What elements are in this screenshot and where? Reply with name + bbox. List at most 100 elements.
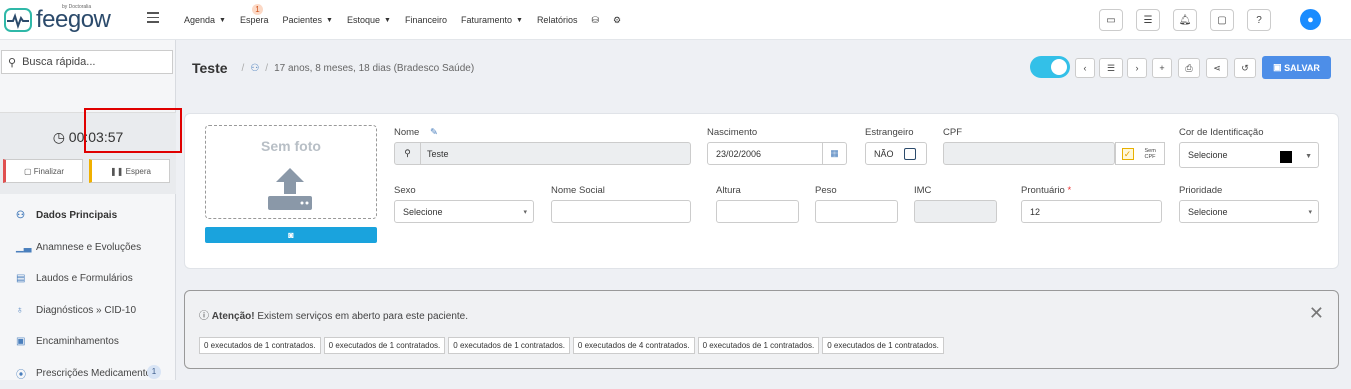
caret-down-icon: ▼ bbox=[384, 17, 391, 24]
nome-social-field[interactable] bbox=[551, 200, 691, 223]
caret-down-icon: ▾ bbox=[1308, 208, 1312, 216]
help-icon[interactable]: ? bbox=[1247, 9, 1271, 31]
service-chip[interactable]: 0 executados de 4 contratados. bbox=[573, 337, 695, 354]
nav-pacientes[interactable]: Pacientes▼ bbox=[283, 15, 333, 25]
print-icon[interactable]: ⎙ bbox=[1178, 58, 1200, 78]
nav-label: Espera bbox=[240, 15, 269, 25]
top-bar: by Doctoralia feegow Agenda▼ Espera1 Pac… bbox=[0, 0, 1351, 40]
photo-area[interactable]: Sem foto bbox=[205, 125, 377, 219]
search-placeholder: Busca rápida... bbox=[22, 56, 95, 68]
menu-laudos[interactable]: ▤Laudos e Formulários bbox=[0, 263, 176, 295]
floppy-icon: ▣ bbox=[1273, 62, 1282, 73]
sexo-select[interactable]: Selecione▾ bbox=[394, 200, 534, 223]
sidebar: ⚲ Busca rápida... ◷ 00:03:57 ▢ Finalizar… bbox=[0, 40, 176, 380]
gear-icon[interactable]: ⚙ bbox=[613, 15, 621, 26]
add-icon[interactable]: + bbox=[1152, 58, 1172, 78]
patient-form-card: Sem foto ◙ Nome ✎ ⚲ Teste Nascimento 23/… bbox=[184, 113, 1339, 269]
peso-field[interactable] bbox=[815, 200, 898, 223]
nome-field[interactable]: ⚲ Teste bbox=[394, 142, 691, 165]
list-icon[interactable]: ☰ bbox=[1136, 9, 1160, 31]
alert-message: ⓘ Atenção! Existem serviços em aberto pa… bbox=[199, 307, 468, 322]
pills-icon: ⦿ bbox=[16, 366, 28, 381]
prontuario-label: Prontuário * bbox=[1021, 185, 1071, 196]
estrangeiro-toggle[interactable]: NÃO bbox=[865, 142, 927, 165]
main-nav: Agenda▼ Espera1 Pacientes▼ Estoque ▼ Fina… bbox=[184, 0, 635, 40]
alert-strong: Atenção! bbox=[212, 311, 255, 322]
chat-icon[interactable]: ▢ bbox=[1210, 9, 1234, 31]
menu-dados-principais[interactable]: ⚇Dados Principais bbox=[0, 200, 176, 232]
share-icon[interactable]: ⋖ bbox=[1206, 58, 1228, 78]
close-icon[interactable]: ✕ bbox=[1309, 303, 1324, 324]
nascimento-field[interactable]: 23/02/2006 ▦ bbox=[707, 142, 847, 165]
info-icon: ⓘ bbox=[199, 311, 209, 322]
menu-encaminhamentos[interactable]: ▣Encaminhamentos bbox=[0, 326, 176, 358]
main-content: Teste / ⚇ / 17 anos, 8 meses, 18 dias (B… bbox=[176, 40, 1351, 380]
espera-highlight-box bbox=[84, 108, 182, 153]
status-toggle[interactable] bbox=[1030, 56, 1070, 78]
nav-agenda[interactable]: Agenda▼ bbox=[184, 15, 226, 25]
prontuario-field[interactable]: 12 bbox=[1021, 200, 1162, 223]
cor-select[interactable]: Selecione▼ bbox=[1179, 142, 1319, 168]
nav-financeiro[interactable]: Financeiro bbox=[405, 15, 447, 25]
menu-label: Anamnese e Evoluções bbox=[36, 242, 141, 253]
history-icon[interactable]: ↺ bbox=[1234, 58, 1256, 78]
service-chip[interactable]: 0 executados de 1 contratados. bbox=[324, 337, 446, 354]
nav-espera[interactable]: Espera1 bbox=[240, 15, 269, 25]
prioridade-value: Selecione bbox=[1188, 207, 1228, 217]
checkbox-icon[interactable] bbox=[904, 148, 916, 160]
breadcrumb: Teste / ⚇ / 17 anos, 8 meses, 18 dias (B… bbox=[192, 60, 474, 76]
nav-label: Estoque bbox=[347, 15, 380, 25]
nav-estoque[interactable]: Estoque ▼ bbox=[347, 15, 391, 25]
service-chip[interactable]: 0 executados de 1 contratados. bbox=[448, 337, 570, 354]
altura-label: Altura bbox=[716, 185, 741, 196]
quick-search-input[interactable]: ⚲ Busca rápida... bbox=[1, 50, 173, 74]
service-chip[interactable]: 0 executados de 1 contratados. bbox=[698, 337, 820, 354]
cpf-field[interactable] bbox=[943, 142, 1115, 165]
prescricoes-badge: 1 bbox=[147, 365, 161, 379]
nav-relatorios[interactable]: Relatórios bbox=[537, 15, 578, 25]
user-avatar-icon[interactable]: ● bbox=[1300, 9, 1321, 30]
edit-icon[interactable]: ✎ bbox=[430, 127, 438, 138]
database-icon[interactable]: ⛁ bbox=[591, 15, 599, 26]
bell-icon[interactable]: 🔔︎ bbox=[1173, 9, 1197, 31]
previous-icon[interactable]: ‹ bbox=[1075, 58, 1095, 78]
caret-down-icon: ▼ bbox=[516, 17, 523, 24]
clipboard-icon: ▤ bbox=[16, 273, 28, 284]
espera-count-badge: 1 bbox=[252, 4, 263, 15]
menu-prescricoes[interactable]: ⦿Prescrições Medicamentos1 bbox=[0, 358, 176, 389]
patient-info: 17 anos, 8 meses, 18 dias (Bradesco Saúd… bbox=[274, 63, 474, 74]
imc-field bbox=[914, 200, 997, 223]
feegow-logo[interactable]: by Doctoralia feegow bbox=[4, 6, 110, 34]
sem-cpf-checkbox[interactable]: ✓ Sem CPF bbox=[1115, 142, 1165, 165]
next-icon[interactable]: › bbox=[1127, 58, 1147, 78]
nav-label: Financeiro bbox=[405, 15, 447, 25]
inbox-icon[interactable]: ▭ bbox=[1099, 9, 1123, 31]
service-chip[interactable]: 0 executados de 1 contratados. bbox=[822, 337, 944, 354]
calendar-icon[interactable]: ▦ bbox=[822, 143, 846, 164]
stethoscope-icon: ♁ bbox=[16, 305, 28, 316]
nav-faturamento[interactable]: Faturamento▼ bbox=[461, 15, 523, 25]
menu-label: Encaminhamentos bbox=[36, 336, 119, 347]
no-photo-label: Sem foto bbox=[206, 138, 376, 154]
nascimento-value: 23/02/2006 bbox=[716, 149, 761, 159]
prioridade-select[interactable]: Selecione ▾ bbox=[1179, 200, 1319, 223]
finalizar-label: Finalizar bbox=[34, 167, 64, 176]
sem-cpf-label: Sem CPF bbox=[1145, 148, 1159, 160]
required-marker: * bbox=[1067, 185, 1071, 196]
altura-field[interactable] bbox=[716, 200, 799, 223]
menu-diagnosticos[interactable]: ♁ Diagnósticos » CID-10 bbox=[0, 295, 176, 327]
camera-button[interactable]: ◙ bbox=[205, 227, 377, 243]
nav-label: Relatórios bbox=[537, 15, 578, 25]
search-icon: ⚲ bbox=[395, 143, 421, 164]
service-chip[interactable]: 0 executados de 1 contratados. bbox=[199, 337, 321, 354]
list-icon[interactable]: ☰ bbox=[1099, 58, 1123, 78]
service-chips: 0 executados de 1 contratados. 0 executa… bbox=[199, 337, 947, 354]
menu-label: Diagnósticos » CID-10 bbox=[36, 305, 136, 316]
espera-button[interactable]: ❚❚ Espera bbox=[89, 159, 170, 183]
save-button[interactable]: ▣ SALVAR bbox=[1262, 56, 1331, 79]
finalizar-button[interactable]: ▢ Finalizar bbox=[3, 159, 83, 183]
menu-anamnese[interactable]: ▁▃Anamnese e Evoluções bbox=[0, 232, 176, 264]
hamburger-menu-icon[interactable] bbox=[147, 12, 159, 26]
camera-icon: ◙ bbox=[288, 230, 293, 240]
logo-byline: by Doctoralia bbox=[62, 4, 91, 10]
